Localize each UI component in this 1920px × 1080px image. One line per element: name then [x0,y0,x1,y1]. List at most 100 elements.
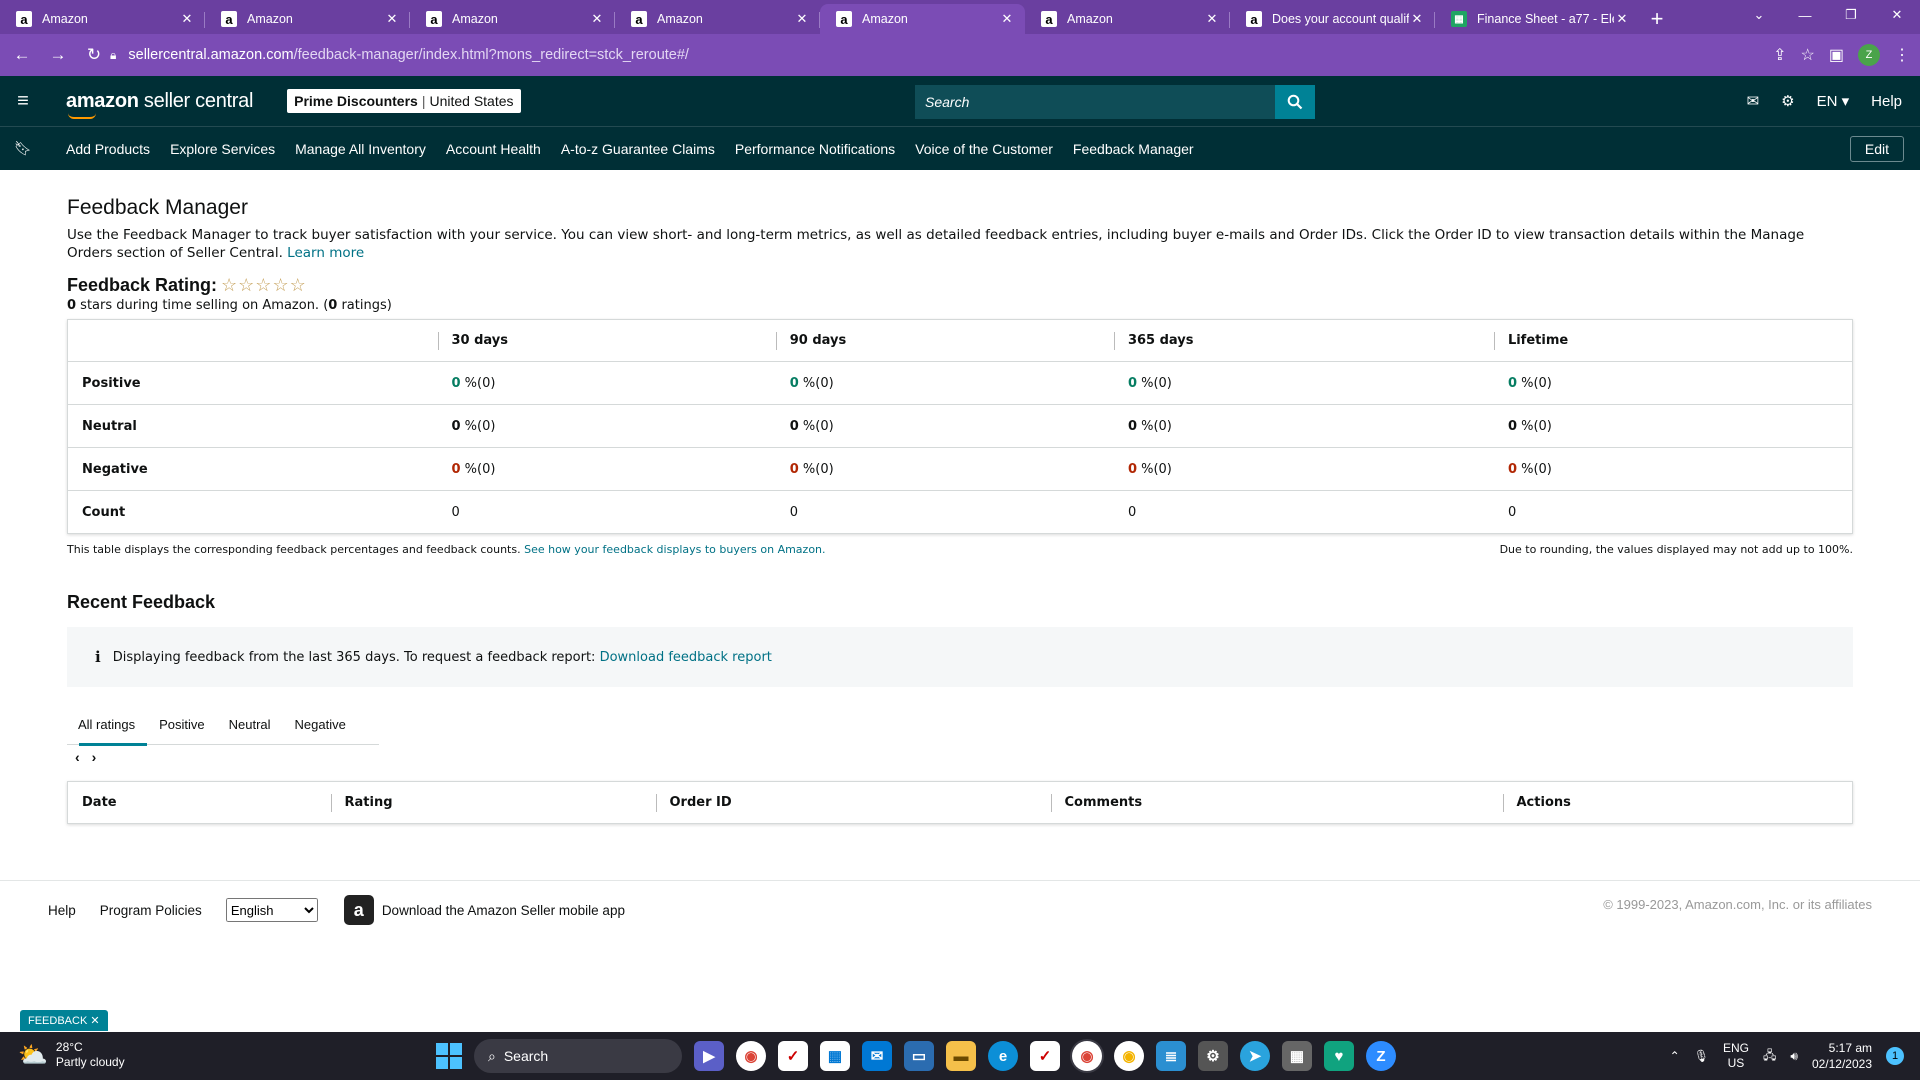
close-tab-icon[interactable]: ✕ [1614,11,1630,27]
teams-icon[interactable]: ▶ [694,1041,724,1071]
mail-app-icon[interactable]: ✉ [862,1041,892,1071]
file-explorer-icon[interactable]: ▬ [946,1041,976,1071]
reload-icon[interactable]: ↻ [80,45,108,65]
tab-neutral[interactable]: Neutral [217,705,283,745]
browser-tab[interactable]: a Amazon ✕ [615,4,820,34]
vpn-icon[interactable]: ♥ [1324,1041,1354,1071]
profile-avatar[interactable]: Z [1858,44,1880,66]
edge-icon[interactable]: e [988,1041,1018,1071]
nav-link[interactable]: Manage All Inventory [295,141,426,157]
nav-link[interactable]: A-to-z Guarantee Claims [561,141,715,157]
edit-nav-button[interactable]: Edit [1849,136,1904,162]
nav-link[interactable]: Voice of the Customer [915,141,1053,157]
recent-feedback-table: Date Rating Order ID Comments Actions [67,781,1853,824]
download-report-link[interactable]: Download feedback report [600,650,772,665]
seller-central-logo[interactable]: amazon seller central [66,90,253,119]
footer-language-select[interactable]: English [225,898,318,922]
forward-icon[interactable]: → [44,45,72,65]
share-icon[interactable]: ⇪ [1773,45,1786,65]
learn-more-link[interactable]: Learn more [287,245,364,261]
notification-badge[interactable]: 1 [1886,1047,1904,1065]
feedback-tab[interactable]: FEEDBACK ✕ [20,1010,108,1031]
close-tab-icon[interactable]: ✕ [179,11,195,27]
column-header[interactable]: Rating [330,782,656,824]
feedback-display-link[interactable]: See how your feedback displays to buyers… [524,543,825,556]
close-tab-icon[interactable]: ✕ [794,11,810,27]
store-icon[interactable]: ▦ [820,1041,850,1071]
store-switcher[interactable]: Prime Discounters | United States [287,89,521,113]
chevron-left-icon[interactable]: ‹ [75,749,80,765]
windows-start-icon[interactable] [436,1043,462,1069]
browser-tab[interactable]: a Amazon ✕ [820,4,1025,34]
bookmark-star-icon[interactable]: ☆ [1801,45,1815,65]
notepad-icon[interactable]: ≣ [1156,1041,1186,1071]
weather-widget[interactable]: ⛅ 28°C Partly cloudy [18,1040,125,1070]
calculator-icon[interactable]: ▦ [1282,1041,1312,1071]
nav-link[interactable]: Account Health [446,141,541,157]
program-policies-link[interactable]: Program Policies [100,903,202,918]
chevron-up-icon[interactable]: ⌃ [1670,1049,1680,1063]
help-link[interactable]: Help [1871,93,1902,110]
volume-icon[interactable]: 🔊︎ [1790,1049,1798,1064]
tab-all-ratings[interactable]: All ratings [67,705,148,746]
close-tab-icon[interactable]: ✕ [999,11,1015,27]
footer-help-link[interactable]: Help [48,903,76,918]
sidepanel-icon[interactable]: ▣ [1829,45,1844,65]
tab-negative[interactable]: Negative [283,705,358,745]
close-tab-icon[interactable]: ✕ [384,11,400,27]
chrome-profile-icon[interactable]: ◉ [1072,1041,1102,1071]
back-icon[interactable]: ← [8,45,36,65]
gear-icon[interactable]: ⚙ [1781,92,1794,110]
url-bar[interactable]: 🔒︎ sellercentral.amazon.com/feedback-man… [110,38,1790,72]
network-icon[interactable]: 🖧︎ [1763,1046,1776,1067]
telegram-icon[interactable]: ➤ [1240,1041,1270,1071]
chrome-icon[interactable]: ◉ [736,1041,766,1071]
tab-positive[interactable]: Positive [147,705,217,745]
restore-button[interactable]: ❐ [1828,0,1874,30]
search-button[interactable] [1275,85,1315,119]
nav-link[interactable]: Performance Notifications [735,141,895,157]
column-header[interactable]: Order ID [655,782,1051,824]
browser-tab[interactable]: a Does your account qualify ✕ [1230,4,1435,34]
browser-menu-icon[interactable]: ⋮ [1894,45,1910,65]
column-header[interactable]: Date [68,782,331,824]
bookmark-icon[interactable]: 🔖︎ [0,140,46,157]
mail-icon[interactable]: ✉ [1747,92,1760,110]
new-tab-button[interactable]: + [1640,4,1674,34]
close-tab-icon[interactable]: ✕ [1204,11,1220,27]
close-tab-icon[interactable]: ✕ [589,11,605,27]
taskbar-search[interactable]: ⌕ Search [474,1039,682,1073]
page-description: Use the Feedback Manager to track buyer … [67,227,1805,261]
search-input[interactable] [915,85,1275,119]
browser-tab[interactable]: a Amazon ✕ [205,4,410,34]
app2-icon[interactable]: ✓ [1030,1041,1060,1071]
nav-link[interactable]: Feedback Manager [1073,141,1194,157]
amazon-app-icon[interactable]: a [343,895,374,925]
browser-tab[interactable]: a Amazon ✕ [0,4,205,34]
column-header[interactable]: Actions [1502,782,1853,824]
nav-link[interactable]: Explore Services [170,141,275,157]
browser-tab[interactable]: ▦ Finance Sheet - a77 - Elen ✕ [1435,4,1640,34]
browser-tab[interactable]: a Amazon ✕ [1025,4,1230,34]
settings-icon[interactable]: ⚙ [1198,1041,1228,1071]
metric-cell: 0 %(0) [1113,447,1494,491]
app-icon[interactable]: ✓ [778,1041,808,1071]
hamburger-menu-icon[interactable]: ≡ [0,90,46,113]
zoom-icon[interactable]: Z [1366,1041,1396,1071]
column-header[interactable]: Comments [1050,782,1503,824]
minimize-button[interactable]: — [1782,0,1828,30]
tab-search-icon[interactable]: ⌄ [1736,0,1782,30]
nav-link[interactable]: Add Products [66,141,150,157]
browser-tab[interactable]: a Amazon ✕ [410,4,615,34]
download-app-link[interactable]: Download the Amazon Seller mobile app [382,903,625,918]
close-tab-icon[interactable]: ✕ [1409,11,1425,27]
language-selector[interactable]: EN ▾ [1817,92,1850,110]
remote-desktop-icon[interactable]: ▭ [904,1041,934,1071]
tab-title: Amazon [657,12,703,26]
chevron-right-icon[interactable]: › [92,749,97,765]
close-window-button[interactable]: ✕ [1874,0,1920,30]
microphone-icon[interactable]: 🎙︎ [1694,1049,1709,1063]
language-indicator[interactable]: ENG US [1723,1041,1749,1071]
chrome-profile2-icon[interactable]: ◉ [1114,1041,1144,1071]
clock[interactable]: 5:17 am 02/12/2023 [1812,1040,1872,1072]
